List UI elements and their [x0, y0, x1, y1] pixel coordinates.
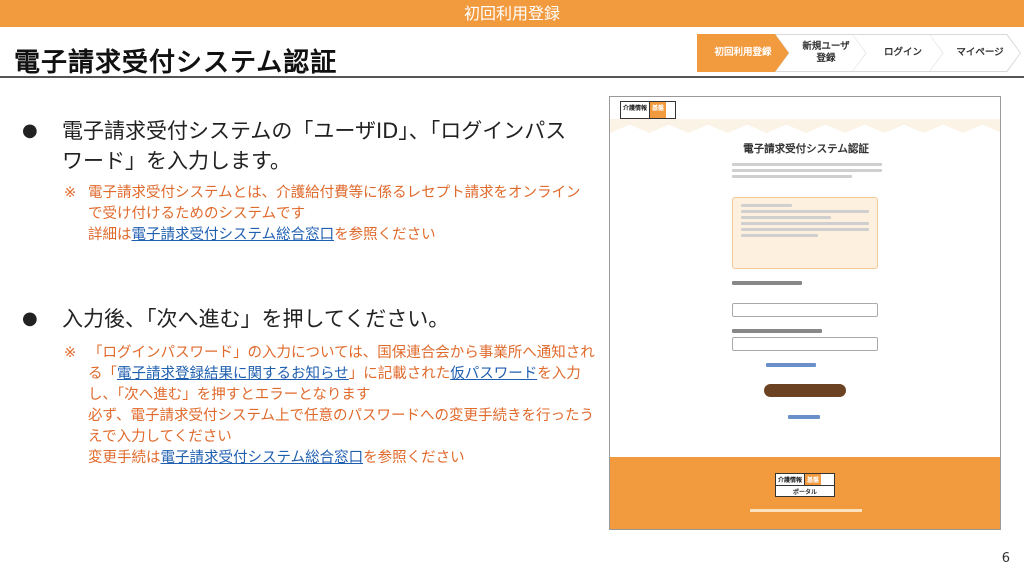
password-label: [732, 329, 822, 333]
step-initial-registration: 初回利用登録: [697, 34, 789, 72]
page-number: 6: [1001, 551, 1010, 566]
page-title: 電子請求受付システム認証: [14, 48, 338, 78]
portal-logo: 介護情報 基盤: [620, 101, 676, 119]
login-screenshot: 介護情報 基盤 電子請求受付システム認証 介護情報 基盤 ポータル: [609, 96, 1001, 530]
link-support-desk-2[interactable]: 電子請求受付システム総合窓口: [161, 450, 364, 466]
footer-logo: 介護情報 基盤 ポータル: [775, 473, 835, 497]
header-decoration: [610, 119, 1000, 133]
banner-title: 初回利用登録: [463, 4, 560, 23]
back-link: [788, 415, 820, 419]
link-support-desk-1[interactable]: 電子請求受付システム総合窓口: [132, 227, 335, 243]
next-button: [764, 384, 846, 397]
screenshot-title: 電子請求受付システム認証: [743, 143, 869, 155]
user-id-label: [732, 281, 802, 285]
intro-text-lines: [732, 163, 882, 185]
bullet-dot: ●: [22, 120, 38, 141]
bullet-dot: ●: [22, 308, 38, 329]
link-registration-notice[interactable]: 電子請求登録結果に関するお知らせ: [117, 366, 349, 382]
copyright-line: [750, 509, 862, 512]
progress-steps: 初回利用登録 新規ユーザ 登録 ログイン マイページ: [697, 34, 1021, 72]
top-banner: 初回利用登録: [0, 0, 1024, 27]
password-input: [732, 337, 878, 351]
notice-box: [732, 197, 878, 269]
bullet-2: ● 入力後、「次へ進む」を押してください。: [22, 304, 582, 334]
link-temporary-password[interactable]: 仮パスワード: [450, 366, 537, 382]
note-1: ※ 電子請求受付システムとは、介護給付費等に係るレセプト請求をオンラインで受け付…: [64, 185, 581, 243]
note-2: ※ 「ログインパスワード」の入力については、国保連合会から事業所へ通知される「電…: [64, 345, 595, 466]
user-id-input: [732, 303, 878, 317]
forgot-link: [766, 363, 816, 367]
title-divider: [0, 76, 1024, 78]
bullet-1: ● 電子請求受付システムの「ユーザID」、「ログインパスワード」を入力します。: [22, 116, 582, 176]
